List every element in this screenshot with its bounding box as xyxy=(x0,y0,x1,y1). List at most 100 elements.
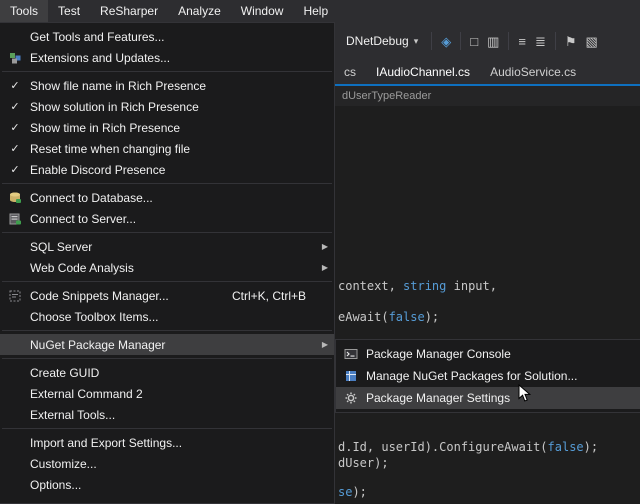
tab-iaudiochannel[interactable]: IAudioChannel.cs xyxy=(366,60,480,84)
menu-item-extensions-and-updates[interactable]: Extensions and Updates... xyxy=(0,47,334,68)
checkmark-icon: ✓ xyxy=(0,79,30,92)
open-window-icon[interactable]: ▥ xyxy=(487,35,499,48)
code-text: dUser); xyxy=(338,456,389,470)
menubar-item-tools[interactable]: Tools xyxy=(0,0,48,22)
checkmark-icon: ✓ xyxy=(0,100,30,113)
code-keyword: false xyxy=(548,440,584,454)
menubar-item-resharper[interactable]: ReSharper xyxy=(90,0,168,22)
menu-separator xyxy=(2,358,332,359)
code-line: context, string input, xyxy=(338,279,497,293)
menubar-item-analyze[interactable]: Analyze xyxy=(168,0,231,22)
submenu-item-label: Manage NuGet Packages for Solution... xyxy=(366,369,634,383)
menu-item-label: Show time in Rich Presence xyxy=(30,121,328,135)
menu-item-import-export-settings[interactable]: Import and Export Settings... xyxy=(0,432,334,453)
bookmark-flag-icon[interactable]: ⚑ xyxy=(565,35,577,48)
menu-item-shortcut: Ctrl+K, Ctrl+B xyxy=(232,289,306,303)
menu-item-choose-toolbox-items[interactable]: Choose Toolbox Items... xyxy=(0,306,334,327)
menu-item-label: Import and Export Settings... xyxy=(30,436,328,450)
comment-block-icon[interactable]: ▧ xyxy=(586,35,598,48)
console-icon xyxy=(336,347,366,361)
menu-item-label: Reset time when changing file xyxy=(30,142,328,156)
checkmark-icon: ✓ xyxy=(0,163,30,176)
code-text: input, xyxy=(446,279,497,293)
toolbar-separator xyxy=(555,32,556,50)
submenu-item-label: Package Manager Settings xyxy=(366,391,634,405)
attach-to-process-icon[interactable]: ◈ xyxy=(441,35,451,48)
menu-item-reset-time[interactable]: ✓ Reset time when changing file xyxy=(0,138,334,159)
submenu-item-label: Package Manager Console xyxy=(366,347,634,361)
server-icon xyxy=(0,212,30,226)
window-icon[interactable]: □ xyxy=(470,35,478,48)
menu-item-label: NuGet Package Manager xyxy=(30,338,314,352)
tab-audioservice[interactable]: AudioService.cs xyxy=(480,60,586,84)
checkmark-icon: ✓ xyxy=(0,121,30,134)
menu-item-label: Connect to Database... xyxy=(30,191,328,205)
code-text: eAwait( xyxy=(338,310,389,324)
menu-item-code-snippets-manager[interactable]: Code Snippets Manager... Ctrl+K, Ctrl+B xyxy=(0,285,334,306)
menu-item-label: Get Tools and Features... xyxy=(30,30,328,44)
code-text: d.Id, userId).ConfigureAwait( xyxy=(338,440,548,454)
code-text: context, xyxy=(338,279,403,293)
menubar-item-help[interactable]: Help xyxy=(293,0,338,22)
code-text: ); xyxy=(584,440,598,454)
nuget-submenu: Package Manager Console Manage NuGet Pac… xyxy=(335,339,640,413)
outdent-lines-icon[interactable]: ≣ xyxy=(535,35,546,48)
checkmark-icon: ✓ xyxy=(0,142,30,155)
menu-item-create-guid[interactable]: Create GUID xyxy=(0,362,334,383)
breadcrumb[interactable]: dUserTypeReader xyxy=(342,90,431,102)
menu-item-label: Extensions and Updates... xyxy=(30,51,328,65)
gear-icon xyxy=(336,391,366,405)
menu-item-label: Enable Discord Presence xyxy=(30,163,328,177)
menu-item-label: Show file name in Rich Presence xyxy=(30,79,328,93)
menu-item-label: Code Snippets Manager... xyxy=(30,289,232,303)
menu-item-label: External Command 2 xyxy=(30,387,328,401)
menu-item-show-solution[interactable]: ✓ Show solution in Rich Presence xyxy=(0,96,334,117)
submenu-item-manage-nuget-packages[interactable]: Manage NuGet Packages for Solution... xyxy=(336,365,640,387)
menu-item-connect-to-database[interactable]: Connect to Database... xyxy=(0,187,334,208)
menu-item-options[interactable]: Options... xyxy=(0,474,334,495)
debug-target-label: DNetDebug xyxy=(346,34,409,48)
menu-item-show-time[interactable]: ✓ Show time in Rich Presence xyxy=(0,117,334,138)
menu-item-label: External Tools... xyxy=(30,408,328,422)
code-line: d.Id, userId).ConfigureAwait(false); xyxy=(338,440,598,454)
menu-separator xyxy=(2,232,332,233)
menu-item-external-tools[interactable]: External Tools... xyxy=(0,404,334,425)
menu-item-label: Show solution in Rich Presence xyxy=(30,100,328,114)
tab-partial[interactable]: cs xyxy=(334,60,366,84)
menu-item-nuget-package-manager[interactable]: NuGet Package Manager ▶ xyxy=(0,334,334,355)
menu-item-label: Choose Toolbox Items... xyxy=(30,310,328,324)
submenu-arrow-icon: ▶ xyxy=(314,340,328,349)
menu-item-show-file-name[interactable]: ✓ Show file name in Rich Presence xyxy=(0,75,334,96)
debug-target-dropdown[interactable]: DNetDebug ▾ xyxy=(342,32,422,50)
tools-menu: Get Tools and Features... Extensions and… xyxy=(0,22,335,504)
menu-item-label: SQL Server xyxy=(30,240,314,254)
package-icon xyxy=(336,369,366,383)
submenu-item-package-manager-console[interactable]: Package Manager Console xyxy=(336,343,640,365)
database-icon xyxy=(0,191,30,205)
indent-lines-icon[interactable]: ≡ xyxy=(518,35,526,48)
submenu-arrow-icon: ▶ xyxy=(314,242,328,251)
menu-separator xyxy=(2,183,332,184)
toolbar-separator xyxy=(431,32,432,50)
code-line: dUser); xyxy=(338,456,389,470)
menu-item-web-code-analysis[interactable]: Web Code Analysis ▶ xyxy=(0,257,334,278)
submenu-item-package-manager-settings[interactable]: Package Manager Settings xyxy=(336,387,640,409)
menu-item-sql-server[interactable]: SQL Server ▶ xyxy=(0,236,334,257)
code-line: eAwait(false); xyxy=(338,310,439,324)
code-text: ); xyxy=(425,310,439,324)
menu-item-enable-discord-presence[interactable]: ✓ Enable Discord Presence xyxy=(0,159,334,180)
menu-item-external-command-2[interactable]: External Command 2 xyxy=(0,383,334,404)
menubar-item-window[interactable]: Window xyxy=(231,0,294,22)
menu-separator xyxy=(2,330,332,331)
code-keyword: string xyxy=(403,279,446,293)
menu-bar: Tools Test ReSharper Analyze Window Help xyxy=(0,0,640,22)
menu-item-get-tools-and-features[interactable]: Get Tools and Features... xyxy=(0,26,334,47)
toolbar-separator xyxy=(460,32,461,50)
toolbar-separator xyxy=(508,32,509,50)
menubar-item-test[interactable]: Test xyxy=(48,0,90,22)
snippets-icon xyxy=(0,289,30,303)
chevron-down-icon: ▾ xyxy=(414,36,419,47)
menu-separator xyxy=(2,281,332,282)
menu-item-connect-to-server[interactable]: Connect to Server... xyxy=(0,208,334,229)
menu-item-customize[interactable]: Customize... xyxy=(0,453,334,474)
